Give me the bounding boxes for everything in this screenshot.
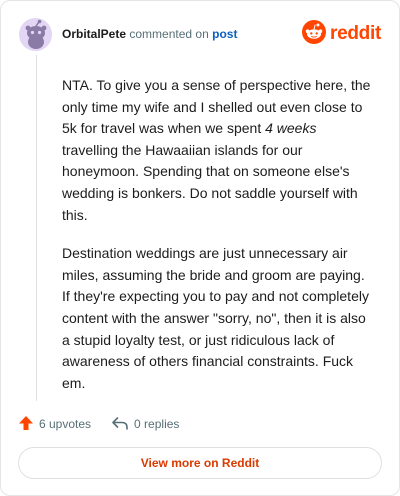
upvote-count: 6 upvotes [39, 417, 92, 431]
comment-paragraph: NTA. To give you a sense of perspective … [62, 77, 371, 223]
reply-count: 0 replies [134, 417, 180, 431]
comment-actions: 6 upvotes 0 replies [18, 414, 179, 434]
view-more-button[interactable]: View more on Reddit [18, 447, 382, 479]
thread-line [36, 55, 37, 401]
username-link[interactable]: OrbitalPete [62, 27, 126, 41]
reply-arrow-icon [111, 415, 129, 434]
comment-meta: OrbitalPete commented on post [62, 27, 237, 41]
comment-embed-card: OrbitalPete commented on post reddit NTA… [0, 0, 400, 496]
reddit-logo-icon [302, 19, 327, 49]
upvote-button[interactable]: 6 upvotes [18, 415, 91, 434]
reddit-wordmark: reddit [330, 23, 381, 44]
post-link[interactable]: post [212, 27, 237, 41]
action-text: commented on [129, 27, 209, 41]
reddit-brand[interactable]: reddit [302, 19, 381, 49]
comment-body: NTA. To give you a sense of perspective … [62, 75, 376, 411]
comment-paragraph: Destination weddings are just unnecessar… [62, 245, 369, 391]
reply-button[interactable]: 0 replies [111, 415, 179, 434]
upvote-arrow-icon [18, 415, 34, 434]
comment-header: OrbitalPete commented on post reddit [19, 17, 381, 51]
snoo-avatar-icon[interactable] [19, 17, 52, 51]
emphasis-text: 4 weeks [265, 120, 317, 137]
